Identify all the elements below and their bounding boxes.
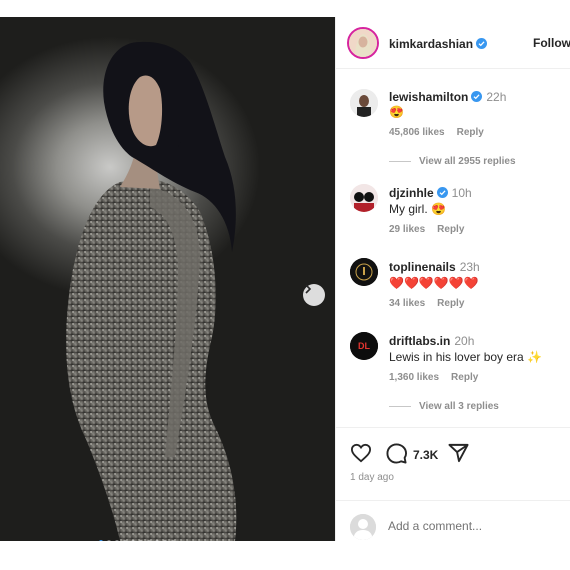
verified-icon: [476, 38, 488, 49]
comment-icon[interactable]: [386, 443, 407, 464]
commenter-avatar-image: [350, 258, 378, 286]
post-photo-illustration: [66, 41, 237, 541]
comment-meta: 45,806 likes Reply: [389, 127, 496, 138]
heart-icon[interactable]: [350, 443, 372, 463]
commenter-username[interactable]: driftlabs.in: [389, 334, 450, 348]
author-avatar-image: [349, 29, 377, 57]
commenter-username[interactable]: djzinhle: [389, 186, 434, 200]
comment-likes[interactable]: 34 likes: [389, 298, 425, 309]
follow-button[interactable]: Follow: [533, 36, 570, 50]
comment-text: Lewis in his lover boy era ✨: [389, 350, 543, 364]
comment-text: My girl. 😍: [389, 202, 446, 216]
comment-time: 23h: [459, 260, 480, 274]
author-avatar[interactable]: [347, 27, 379, 59]
comment-meta: 34 likes Reply: [389, 298, 476, 309]
comment-text: 😍: [389, 105, 404, 119]
top-margin: [0, 0, 570, 17]
author-username-text[interactable]: kimkardashian: [389, 37, 473, 51]
comment-count: 7.3K: [413, 448, 439, 462]
comment-header: djzinhle 10h: [389, 186, 472, 200]
reply-button[interactable]: Reply: [457, 127, 484, 138]
commenter-username[interactable]: toplinenails: [389, 260, 456, 274]
comment-meta: 1,360 likes Reply: [389, 372, 490, 383]
post-header: kimkardashian Follow: [336, 17, 570, 69]
current-user-avatar: [350, 514, 376, 540]
reply-button[interactable]: Reply: [451, 372, 478, 383]
post-side-panel: kimkardashian Follow lewishamilton 22h 😍 …: [335, 17, 570, 541]
comment-likes[interactable]: 1,360 likes: [389, 372, 439, 383]
comment-header: driftlabs.in 20h: [389, 334, 474, 348]
commenter-username[interactable]: lewishamilton: [389, 90, 468, 104]
comment-meta: 29 likes Reply: [389, 224, 476, 235]
commenter-avatar[interactable]: [350, 258, 378, 286]
avatar-placeholder-icon: [350, 514, 376, 540]
comment-text: ❤️❤️❤️❤️❤️❤️: [389, 276, 479, 290]
comment-time: 20h: [454, 334, 475, 348]
bottom-margin: [0, 541, 570, 570]
svg-text:DL: DL: [358, 341, 370, 351]
comment-likes[interactable]: 29 likes: [389, 224, 425, 235]
comment-header: lewishamilton 22h: [389, 90, 506, 104]
commenter-avatar-image: DL: [350, 332, 378, 360]
add-comment-input[interactable]: [386, 518, 560, 534]
post-timestamp: 1 day ago: [350, 472, 394, 483]
reply-button[interactable]: Reply: [437, 298, 464, 309]
commenter-avatar[interactable]: DL: [350, 332, 378, 360]
comment-header: toplinenails 23h: [389, 260, 480, 274]
post-actions: 7.3K 1 day ago: [336, 427, 570, 542]
commenter-avatar-image: [350, 184, 378, 212]
reply-button[interactable]: Reply: [437, 224, 464, 235]
post-image[interactable]: [0, 17, 335, 541]
view-replies-button[interactable]: View all 3 replies: [389, 401, 499, 412]
commenter-avatar[interactable]: [350, 89, 378, 117]
commenter-avatar[interactable]: [350, 184, 378, 212]
chevron-right-icon: [305, 284, 312, 294]
comment-time: 10h: [451, 186, 472, 200]
carousel-next-button[interactable]: [303, 284, 325, 306]
verified-icon: [471, 91, 483, 102]
verified-icon: [436, 187, 448, 198]
comment-likes[interactable]: 45,806 likes: [389, 127, 445, 138]
comment-time: 22h: [486, 90, 507, 104]
view-replies-button[interactable]: View all 2955 replies: [389, 156, 516, 167]
commenter-avatar-image: [350, 89, 378, 117]
add-comment-bar: [336, 500, 570, 543]
share-icon[interactable]: [448, 443, 469, 463]
author-username[interactable]: kimkardashian: [389, 37, 488, 51]
